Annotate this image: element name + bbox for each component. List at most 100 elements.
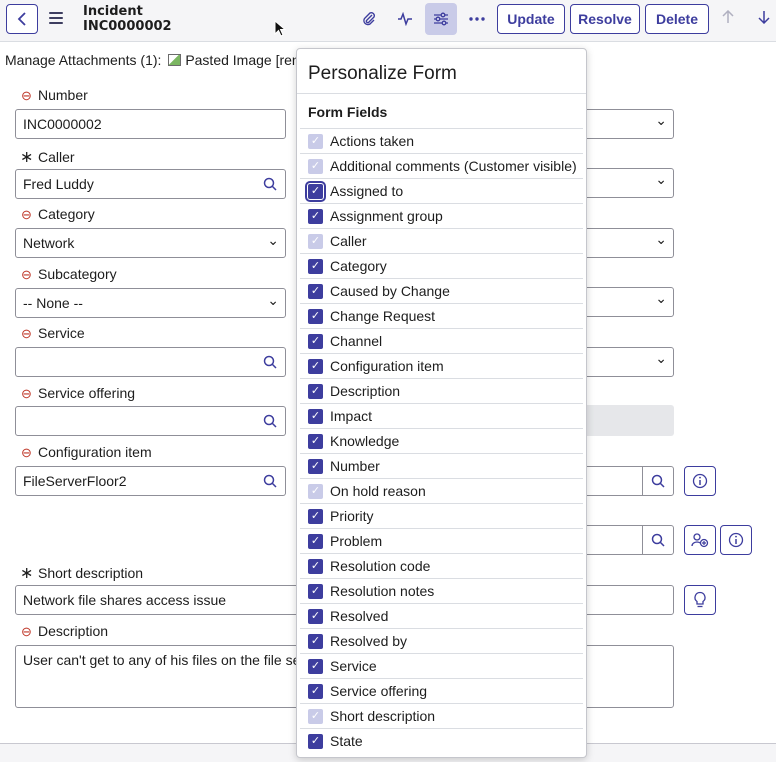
checkbox-checked-icon[interactable]: ✓ [308,683,323,699]
form-field-toggle[interactable]: ✓ Number [300,453,583,478]
short-description-label: ∗ Short description [20,565,144,582]
checkbox-checked-icon[interactable]: ✓ [308,508,323,524]
form-field-label: Caller [330,233,367,249]
mandatory-off-icon: ⊖ [21,445,32,460]
form-field-label: Impact [330,408,373,424]
checkbox-checked-icon[interactable]: ✓ [308,583,323,599]
update-button[interactable]: Update [497,4,565,34]
service-search-button[interactable] [254,347,286,377]
checkbox-checked-icon[interactable]: ✓ [308,383,323,399]
checkbox-checked-icon[interactable]: ✓ [305,180,326,202]
mandatory-off-icon: ⊖ [21,624,32,639]
back-button[interactable] [6,4,38,34]
form-field-toggle[interactable]: ✓ Description [300,378,583,403]
form-field-toggle[interactable]: ✓ Resolution notes [300,578,583,603]
checkbox-checked-icon[interactable]: ✓ [308,333,323,349]
caller-field[interactable]: Fred Luddy [15,169,255,199]
form-field-toggle[interactable]: ✓ Resolved by [300,628,583,653]
preview-record-button-2[interactable] [720,525,752,555]
form-field-toggle[interactable]: ✓ Channel [300,328,583,353]
checkbox-checked-icon[interactable]: ✓ [308,458,323,474]
form-field-label: Channel [330,333,383,349]
paperclip-icon[interactable] [354,5,384,33]
form-field-toggle[interactable]: ✓ Category [300,253,583,278]
right-search-button-1[interactable] [642,466,674,496]
checkbox-checked-icon[interactable]: ✓ [308,208,323,224]
configuration-item-field[interactable]: FileServerFloor2 [15,466,255,496]
form-field-toggle[interactable]: ✓ Assigned to [300,178,583,203]
right-search-button-2[interactable] [642,525,674,555]
delete-button[interactable]: Delete [645,4,709,34]
checkbox-checked-icon[interactable]: ✓ [308,433,323,449]
arrow-down-icon[interactable] [758,9,770,28]
form-field-toggle[interactable]: ✓ Priority [300,503,583,528]
form-fields-list: ✓ Actions taken ✓ Additional comments (Cust… [300,128,583,753]
checkbox-checked-icon[interactable]: ✓ [308,658,323,674]
service-field[interactable] [15,347,255,377]
more-options-icon[interactable] [462,5,492,33]
form-field-label: Category [330,258,387,274]
menu-icon[interactable] [49,12,63,27]
caller-search-button[interactable] [254,169,286,199]
form-field-label: Resolution code [330,558,431,574]
form-field-toggle: ✓ Actions taken [300,128,583,153]
form-field-toggle[interactable]: ✓ Change Request [300,303,583,328]
right-reference-field-2[interactable] [584,525,643,555]
checkbox-checked-icon: ✓ [308,483,323,499]
form-field-toggle[interactable]: ✓ Resolved [300,603,583,628]
right-select-1[interactable] [584,109,674,139]
contextual-search-button[interactable] [684,585,716,615]
checkbox-checked-icon[interactable]: ✓ [308,633,323,649]
checkbox-checked-icon[interactable]: ✓ [308,358,323,374]
image-file-icon [168,54,182,66]
form-field-toggle[interactable]: ✓ Service offering [300,678,583,703]
checkbox-checked-icon[interactable]: ✓ [308,558,323,574]
form-field-toggle[interactable]: ✓ Knowledge [300,428,583,453]
search-icon [651,474,665,488]
form-field-toggle[interactable]: ✓ Resolution code [300,553,583,578]
category-label: ⊖ Category [21,206,95,222]
right-select-5[interactable] [584,347,674,377]
number-field[interactable]: INC0000002 [15,109,286,139]
right-select-2[interactable] [584,168,674,198]
attachments-bar: Manage Attachments (1): Pasted Image [re… [5,52,300,68]
service-offering-field[interactable] [15,406,255,436]
resolve-button[interactable]: Resolve [570,4,640,34]
form-field-toggle[interactable]: ✓ Impact [300,403,583,428]
required-icon: ∗ [20,149,34,166]
manage-attachments-link[interactable]: Manage Attachments (1): [5,52,161,68]
configuration-item-search-button[interactable] [254,466,286,496]
required-icon: ∗ [20,565,34,582]
checkbox-checked-icon[interactable]: ✓ [308,283,323,299]
checkbox-checked-icon[interactable]: ✓ [308,408,323,424]
form-field-toggle[interactable]: ✓ Service [300,653,583,678]
record-type: Incident [83,4,143,19]
form-field-toggle[interactable]: ✓ Configuration item [300,353,583,378]
right-select-3[interactable] [584,228,674,258]
attachment-file-link[interactable]: Pasted Image [ren [185,52,299,68]
form-field-toggle[interactable]: ✓ Assignment group [300,203,583,228]
subcategory-select[interactable]: -- None -- [15,288,286,318]
form-field-label: Service offering [330,683,428,699]
form-field-toggle[interactable]: ✓ Problem [300,528,583,553]
right-reference-field-1[interactable] [584,466,643,496]
checkbox-checked-icon[interactable]: ✓ [308,258,323,274]
checkbox-checked-icon[interactable]: ✓ [308,308,323,324]
right-select-4[interactable] [584,287,674,317]
mandatory-off-icon: ⊖ [21,267,32,282]
form-field-toggle[interactable]: ✓ State [300,728,583,753]
arrow-up-icon[interactable] [722,9,734,28]
form-field-label: Assigned to [330,183,404,199]
readonly-field [584,405,674,436]
personalize-form-icon[interactable] [425,3,457,35]
add-me-button[interactable] [684,525,716,555]
category-select[interactable]: Network [15,228,286,258]
checkbox-checked-icon[interactable]: ✓ [308,608,323,624]
form-field-toggle[interactable]: ✓ Caused by Change [300,278,583,303]
preview-record-button[interactable] [684,466,716,496]
checkbox-checked-icon[interactable]: ✓ [308,533,323,549]
checkbox-checked-icon[interactable]: ✓ [308,733,323,749]
checkbox-checked-icon: ✓ [308,233,323,249]
service-offering-search-button[interactable] [254,406,286,436]
activity-icon[interactable] [390,5,420,33]
